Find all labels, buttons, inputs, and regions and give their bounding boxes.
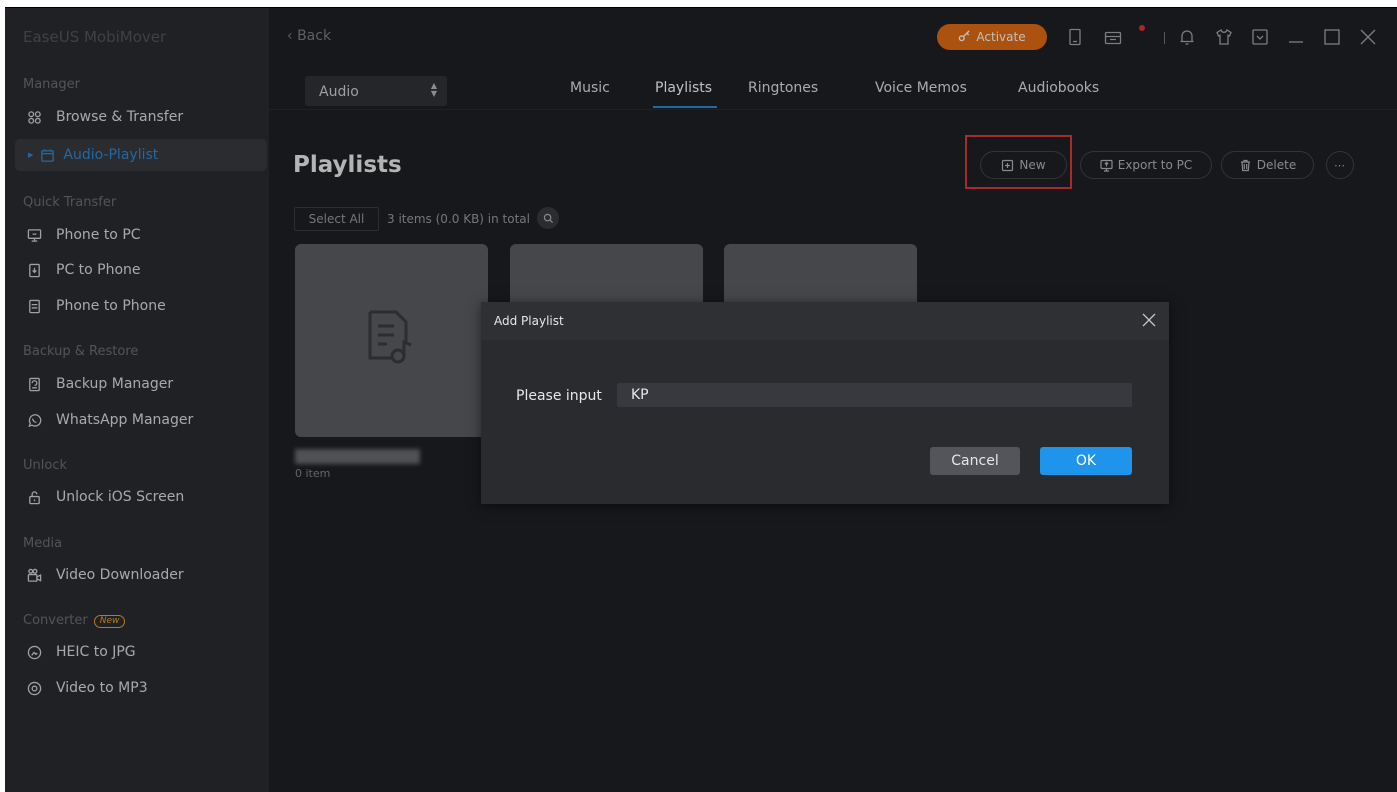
dialog-title: Add Playlist <box>494 314 564 328</box>
dialog-header: Add Playlist <box>481 302 1169 340</box>
dialog-close-icon[interactable] <box>1141 312 1157 328</box>
playlist-name-label: Please input <box>516 388 602 404</box>
playlist-name-input[interactable] <box>617 383 1132 407</box>
add-playlist-dialog: Add Playlist Please input Cancel OK <box>481 302 1169 504</box>
app-window: EaseUS MobiMover Manager Browse & Transf… <box>5 7 1397 792</box>
ok-button[interactable]: OK <box>1040 447 1132 475</box>
cancel-button[interactable]: Cancel <box>930 447 1020 475</box>
